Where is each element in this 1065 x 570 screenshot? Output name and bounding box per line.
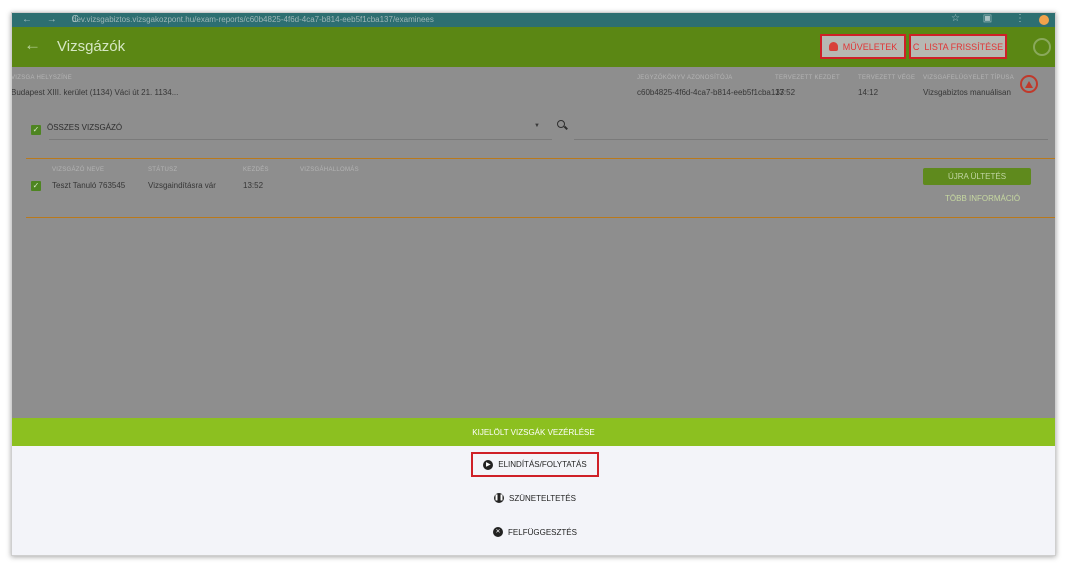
- examinee-filter-select[interactable]: ÖSSZES VIZSGÁZÓ: [47, 123, 122, 132]
- supervision-type-value: Vizsgabiztos manuálisan: [923, 88, 1011, 97]
- play-icon: ▶: [483, 459, 494, 470]
- warning-icon[interactable]: [1020, 75, 1038, 93]
- search-input[interactable]: [574, 139, 1048, 140]
- controls-panel: ▶ ELINDÍTÁS/FOLYTATÁS ❚❚ SZÜNETELTETÉS ✕…: [12, 446, 1055, 555]
- controls-banner: KIJELÖLT VIZSGÁK VEZÉRLÉSE: [12, 418, 1055, 446]
- address-bar[interactable]: dev.vizsgabiztos.vizsgakozpont.hu/exam-r…: [72, 15, 434, 24]
- browser-menu-icons[interactable]: ☆ ▣ ⋮: [951, 13, 1035, 24]
- app-header: ← Vizsgázók MŰVELETEK C LISTA FRISSÍTÉSE: [12, 27, 1055, 79]
- chevron-down-icon[interactable]: ▼: [534, 123, 540, 129]
- location-header: VIZSGA HELYSZÍNE: [11, 75, 73, 81]
- app-window: ← → C dev.vizsgabiztos.vizsgakozpont.hu/…: [11, 12, 1056, 556]
- search-icon[interactable]: [557, 120, 568, 130]
- browser-toolbar: ← → C dev.vizsgabiztos.vizsgakozpont.hu/…: [12, 13, 1055, 27]
- profile-avatar[interactable]: [1039, 15, 1049, 25]
- select-all-checkbox[interactable]: ✓: [31, 125, 41, 135]
- select-underline: [49, 139, 552, 140]
- refresh-list-label: LISTA FRISSÍTÉSE: [924, 41, 1004, 52]
- log-id-header: JEGYZŐKÖNYV AZONOSÍTÓJA: [637, 75, 733, 81]
- start-continue-button[interactable]: ▶ ELINDÍTÁS/FOLYTATÁS: [471, 452, 599, 477]
- status-header: STÁTUSZ: [148, 167, 178, 173]
- suspend-label: FELFÜGGESZTÉS: [508, 527, 577, 537]
- sync-icon[interactable]: [1033, 38, 1051, 56]
- page-title: Vizsgázók: [57, 38, 126, 55]
- refresh-list-button[interactable]: C LISTA FRISSÍTÉSE: [909, 34, 1007, 59]
- planned-end-value: 14:12: [858, 88, 879, 97]
- back-arrow-icon[interactable]: ←: [24, 35, 41, 55]
- suspend-icon: ✕: [493, 527, 504, 537]
- pause-icon: ❚❚: [494, 493, 505, 503]
- reseat-button[interactable]: ÚJRA ÜLTETÉS: [923, 168, 1031, 185]
- controls-banner-label: KIJELÖLT VIZSGÁK VEZÉRLÉSE: [472, 427, 595, 437]
- exam-terminal-header: VIZSGÁHALLOMÁS: [300, 167, 359, 173]
- dimmed-content: VIZSGA HELYSZÍNE Budapest XIII. kerület …: [12, 67, 1055, 418]
- examinee-start-time: 13:52: [243, 181, 264, 190]
- operations-button[interactable]: MŰVELETEK: [820, 34, 906, 59]
- supervision-type-header: VIZSGAFELÜGYELET TÍPUSA: [923, 75, 1015, 81]
- pause-button[interactable]: ❚❚ SZÜNETELTETÉS: [471, 488, 599, 508]
- more-info-link[interactable]: TÖBB INFORMÁCIÓ: [945, 194, 1020, 203]
- pause-label: SZÜNETELTETÉS: [509, 493, 576, 503]
- examinee-name: Teszt Tanuló 763545: [52, 181, 126, 190]
- user-settings-icon: [828, 42, 838, 51]
- start-header: KEZDÉS: [243, 167, 269, 173]
- refresh-icon: C: [912, 41, 920, 52]
- name-header: VIZSGÁZÓ NEVE: [52, 167, 105, 173]
- examinee-checkbox[interactable]: ✓: [31, 181, 41, 191]
- planned-start-value: 13:52: [775, 88, 796, 97]
- suspend-button[interactable]: ✕ FELFÜGGESZTÉS: [471, 522, 599, 542]
- planned-end-header: TERVEZETT VÉGE: [858, 75, 916, 81]
- location-value: Budapest XIII. kerület (1134) Váci út 21…: [11, 88, 179, 97]
- start-continue-label: ELINDÍTÁS/FOLYTATÁS: [498, 460, 587, 469]
- planned-start-header: TERVEZETT KEZDET: [775, 75, 840, 81]
- log-id-value: c60b4825-4f6d-4ca7-b814-eeb5f1cba137: [637, 88, 785, 97]
- examinee-status: Vizsgaindításra vár: [148, 181, 216, 190]
- operations-button-label: MŰVELETEK: [842, 41, 898, 52]
